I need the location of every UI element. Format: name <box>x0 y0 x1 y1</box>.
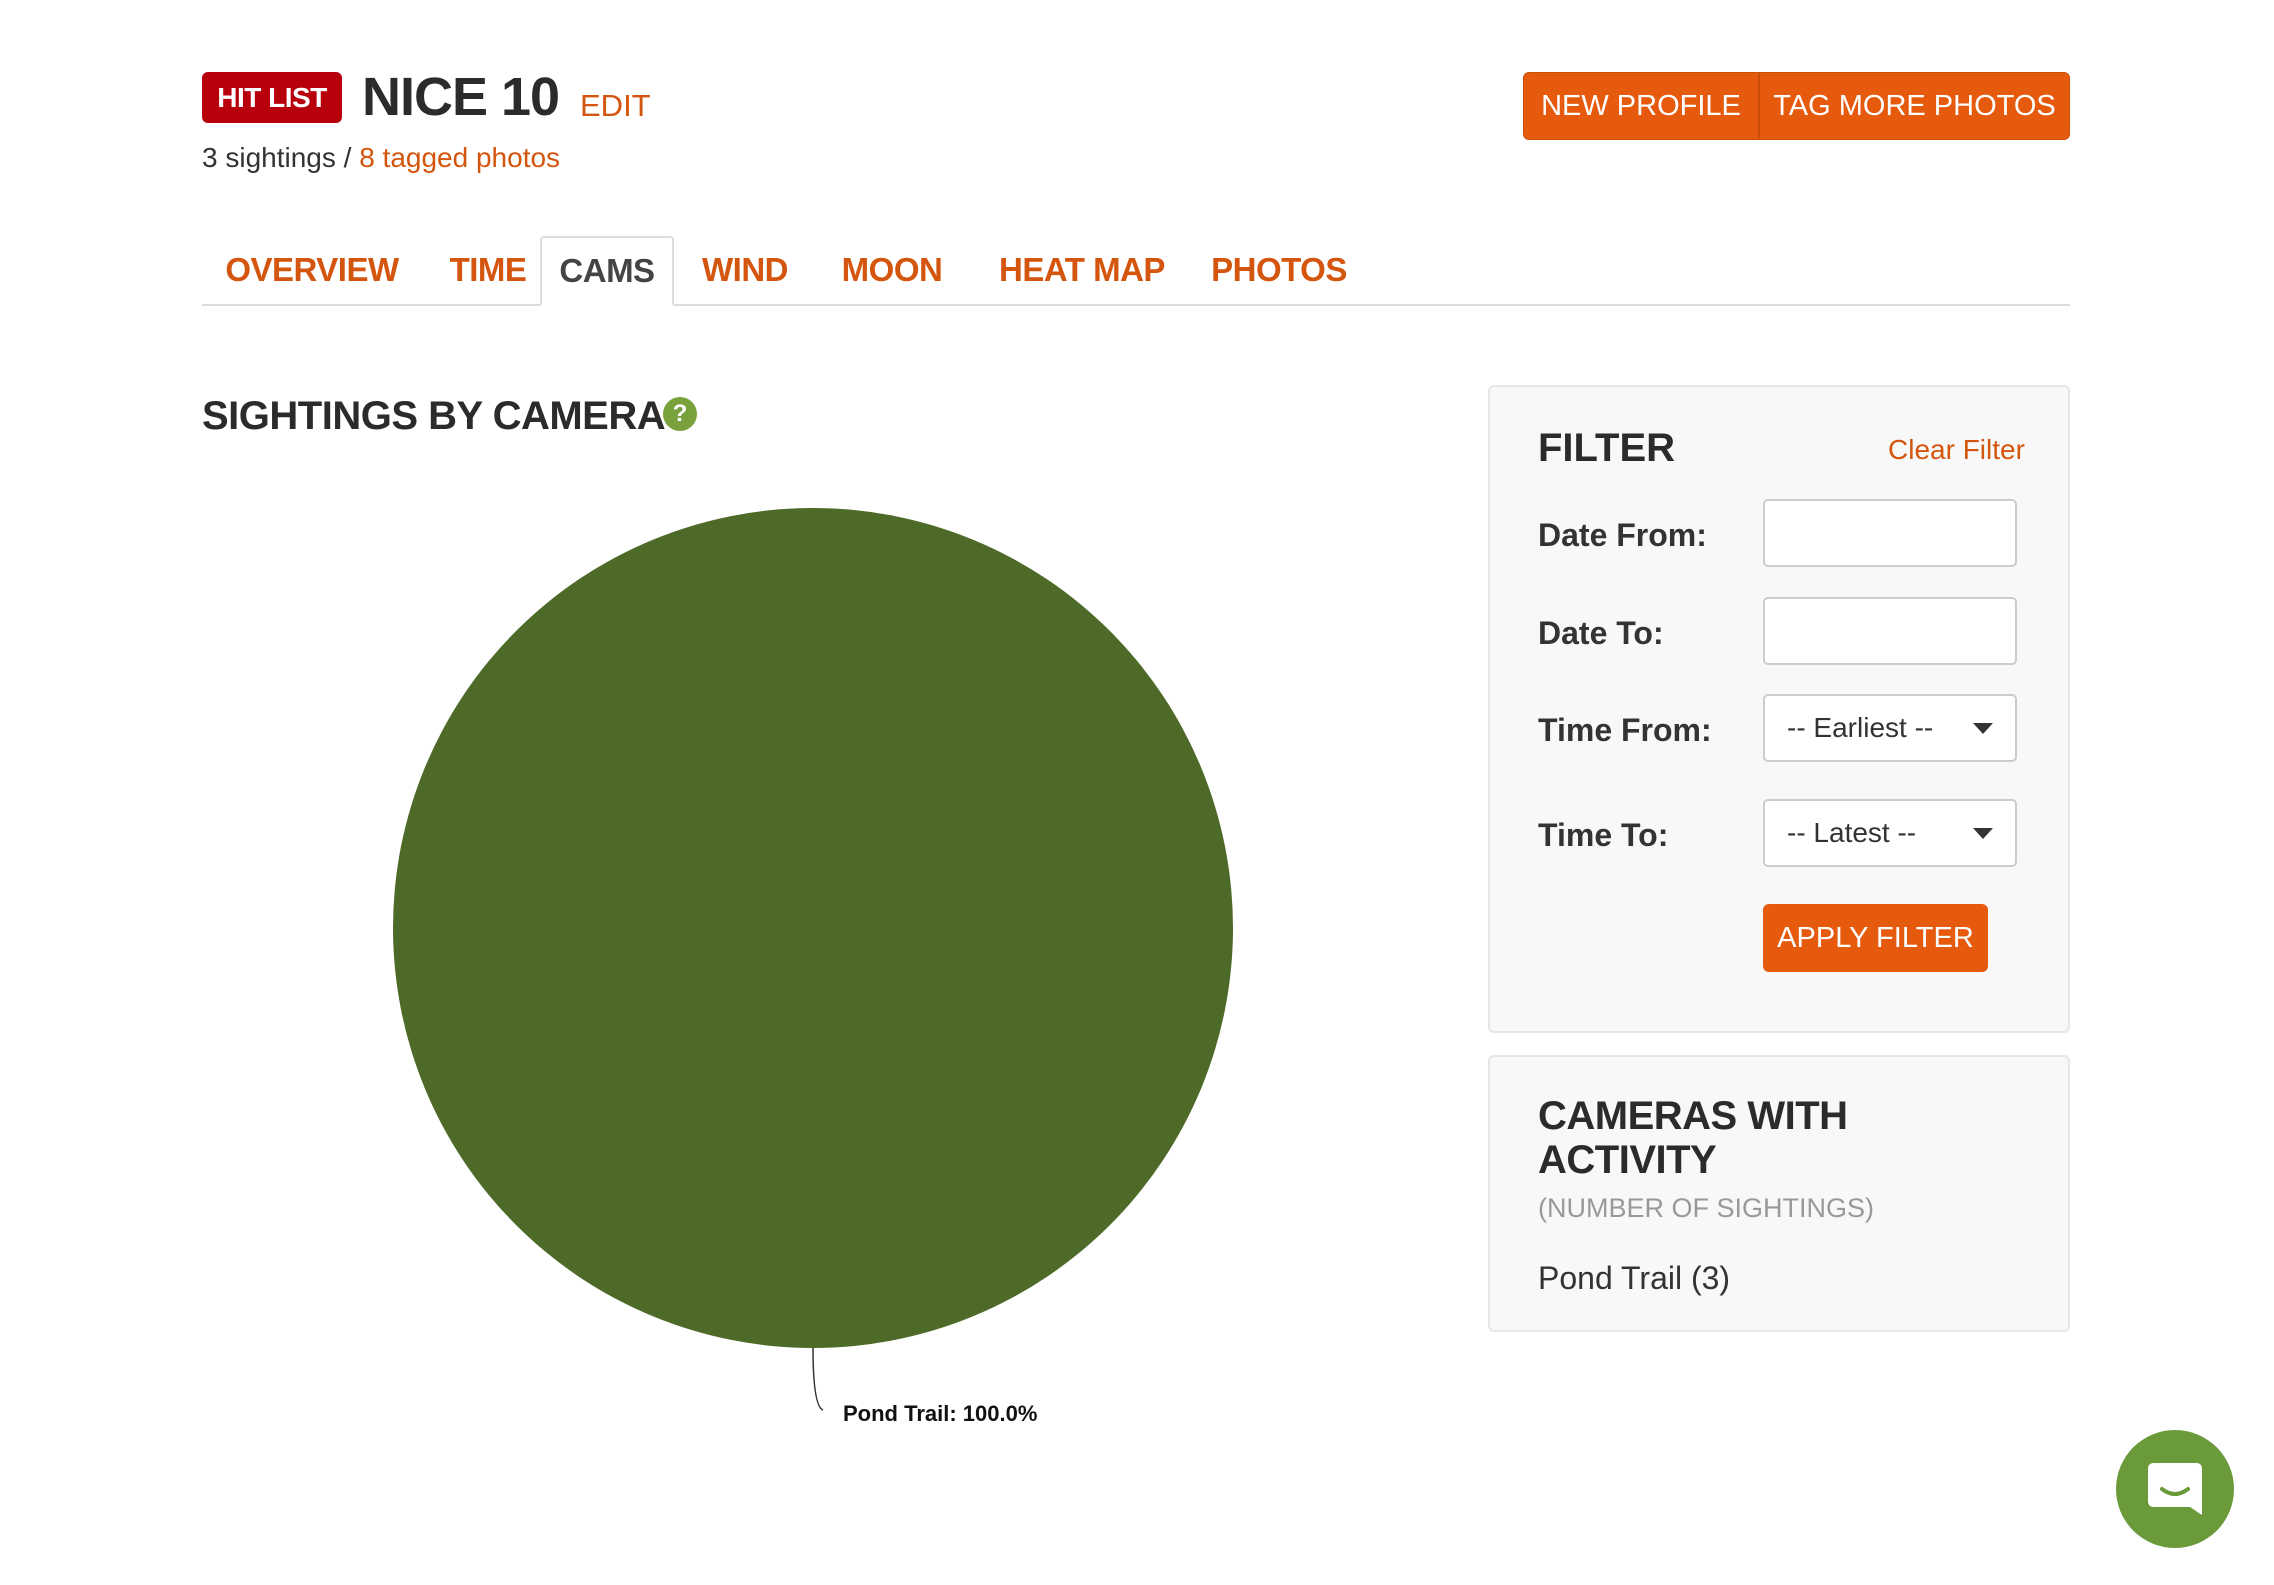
camera-list-item[interactable]: Pond Trail (3) <box>1538 1258 1730 1298</box>
hit-list-badge: HIT LIST <box>202 72 342 123</box>
chat-launcher-button[interactable] <box>2116 1430 2234 1548</box>
filter-title: FILTER <box>1538 426 1676 470</box>
tab-bar: OVERVIEW TIME CAMS WIND MOON HEAT MAP PH… <box>202 236 2070 306</box>
date-from-label: Date From: <box>1538 517 1707 553</box>
section-title: SIGHTINGS BY CAMERA <box>202 394 666 438</box>
header-button-group: NEW PROFILE TAG MORE PHOTOS <box>1523 72 2070 140</box>
cameras-title: CAMERAS WITH ACTIVITY <box>1538 1094 1848 1182</box>
sightings-count-text: 3 sightings / <box>202 142 360 173</box>
apply-filter-button[interactable]: APPLY FILTER <box>1763 904 1988 972</box>
chevron-down-icon <box>1973 722 1993 734</box>
tab-photos[interactable]: PHOTOS <box>1184 236 1374 304</box>
tab-overview[interactable]: OVERVIEW <box>202 236 422 304</box>
date-to-label: Date To: <box>1538 615 1664 651</box>
tab-wind[interactable]: WIND <box>680 236 810 304</box>
edit-link[interactable]: EDIT <box>580 88 651 124</box>
chevron-down-icon <box>1973 827 1993 839</box>
new-profile-button[interactable]: NEW PROFILE <box>1524 73 1760 139</box>
tag-more-photos-button[interactable]: TAG MORE PHOTOS <box>1760 73 2069 139</box>
time-from-select[interactable]: -- Earliest -- <box>1763 694 2017 762</box>
time-from-label: Time From: <box>1538 712 1712 748</box>
tab-time[interactable]: TIME <box>422 236 554 304</box>
tab-cams[interactable]: CAMS <box>540 236 674 306</box>
question-circle-icon[interactable]: ? <box>663 397 697 431</box>
profile-title: NICE 10 <box>362 67 560 127</box>
tab-heat-map[interactable]: HEAT MAP <box>972 236 1192 304</box>
date-to-input[interactable] <box>1763 597 2017 665</box>
sightings-summary: 3 sightings / 8 tagged photos <box>202 140 560 176</box>
time-to-label: Time To: <box>1538 817 1669 853</box>
tab-moon[interactable]: MOON <box>814 236 970 304</box>
tagged-photos-link[interactable]: 8 tagged photos <box>359 142 560 173</box>
pie-slice-label: Pond Trail: 100.0% <box>843 1401 1037 1426</box>
cameras-subtitle: (NUMBER OF SIGHTINGS) <box>1538 1193 1874 1223</box>
pie-slice[interactable] <box>393 508 1233 1348</box>
time-to-value: -- Latest -- <box>1787 817 1917 848</box>
sightings-pie-chart: Pond Trail: 100.0% <box>393 508 1233 1426</box>
date-from-input[interactable] <box>1763 499 2017 567</box>
chat-bubble-icon <box>2148 1463 2202 1515</box>
pie-label-leader <box>812 1347 824 1411</box>
time-from-value: -- Earliest -- <box>1787 712 1934 743</box>
time-to-select[interactable]: -- Latest -- <box>1763 799 2017 867</box>
clear-filter-link[interactable]: Clear Filter <box>1888 433 2025 467</box>
